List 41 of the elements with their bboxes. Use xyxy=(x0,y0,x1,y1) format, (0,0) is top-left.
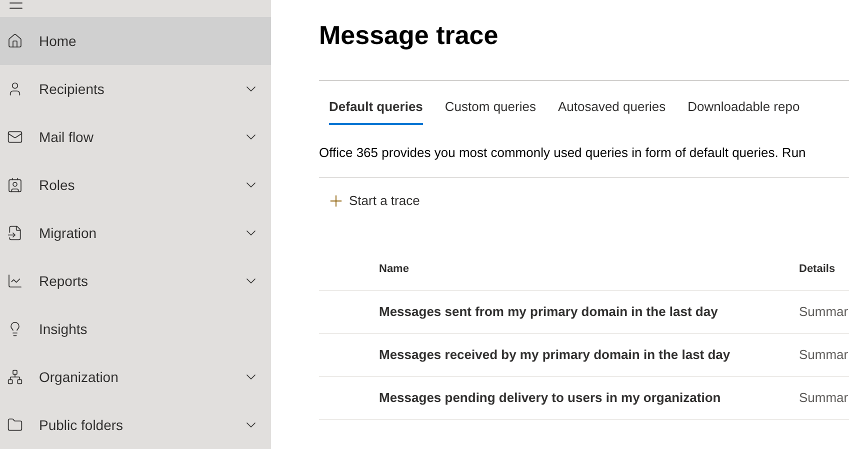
nav-label: Migration xyxy=(39,224,98,243)
tab[interactable]: Downloadable repo xyxy=(688,91,800,125)
nav-item[interactable]: Recipients xyxy=(0,65,271,113)
nav-item[interactable]: Roles xyxy=(0,161,271,209)
nav-item[interactable]: Reports xyxy=(0,257,271,305)
nav-label: Recipients xyxy=(39,80,106,99)
table-cell-text: Messages pending delivery to users in my organization xyxy=(379,388,721,407)
description-text: Office 365 provides you most commonly used queries in form of default queries. Run xyxy=(319,144,806,162)
house-icon xyxy=(7,33,23,49)
nav-item[interactable]: Migration xyxy=(0,209,271,257)
nav-item[interactable]: Public folders xyxy=(0,401,271,449)
tab[interactable]: Default queries xyxy=(329,91,423,125)
table-cell-text: Messages sent from my primary domain in the last day xyxy=(379,302,718,321)
nav-label: Home xyxy=(39,32,78,50)
nav-item[interactable]: Mail flow xyxy=(0,113,271,161)
nav-label: Mail flow xyxy=(39,128,94,146)
table-cell-text: Messages received by my primary domain in the last day xyxy=(379,346,730,364)
nav-label: Insights xyxy=(39,320,88,339)
nav-label: Reports xyxy=(39,272,90,291)
hierarchy-icon xyxy=(7,369,23,385)
nav-item[interactable]: Home xyxy=(0,17,271,65)
table-cell-text: Summar xyxy=(799,346,848,364)
line-chart-icon xyxy=(7,273,23,289)
envelope-icon xyxy=(7,129,23,145)
folder-icon xyxy=(7,417,23,433)
person-card-icon xyxy=(7,177,23,193)
person-icon xyxy=(7,81,23,97)
column-header: Details xyxy=(799,262,836,278)
nav-label: Public folders xyxy=(39,416,124,434)
nav-label: Organization xyxy=(39,368,120,387)
start-trace-button[interactable]: Start a trace xyxy=(327,190,420,212)
table-cell-text: Summar xyxy=(799,388,848,407)
tab[interactable]: Autosaved queries xyxy=(558,91,666,125)
nav-item[interactable]: Insights xyxy=(0,305,271,353)
table-cell-text: Summar xyxy=(799,302,848,321)
nav-label: Roles xyxy=(39,176,76,194)
column-header: Name xyxy=(379,262,409,278)
nav-item[interactable]: Organization xyxy=(0,353,271,401)
tab[interactable]: Custom queries xyxy=(444,91,536,125)
page-title: Message trace xyxy=(319,19,498,52)
document-arrow-icon xyxy=(7,225,23,241)
